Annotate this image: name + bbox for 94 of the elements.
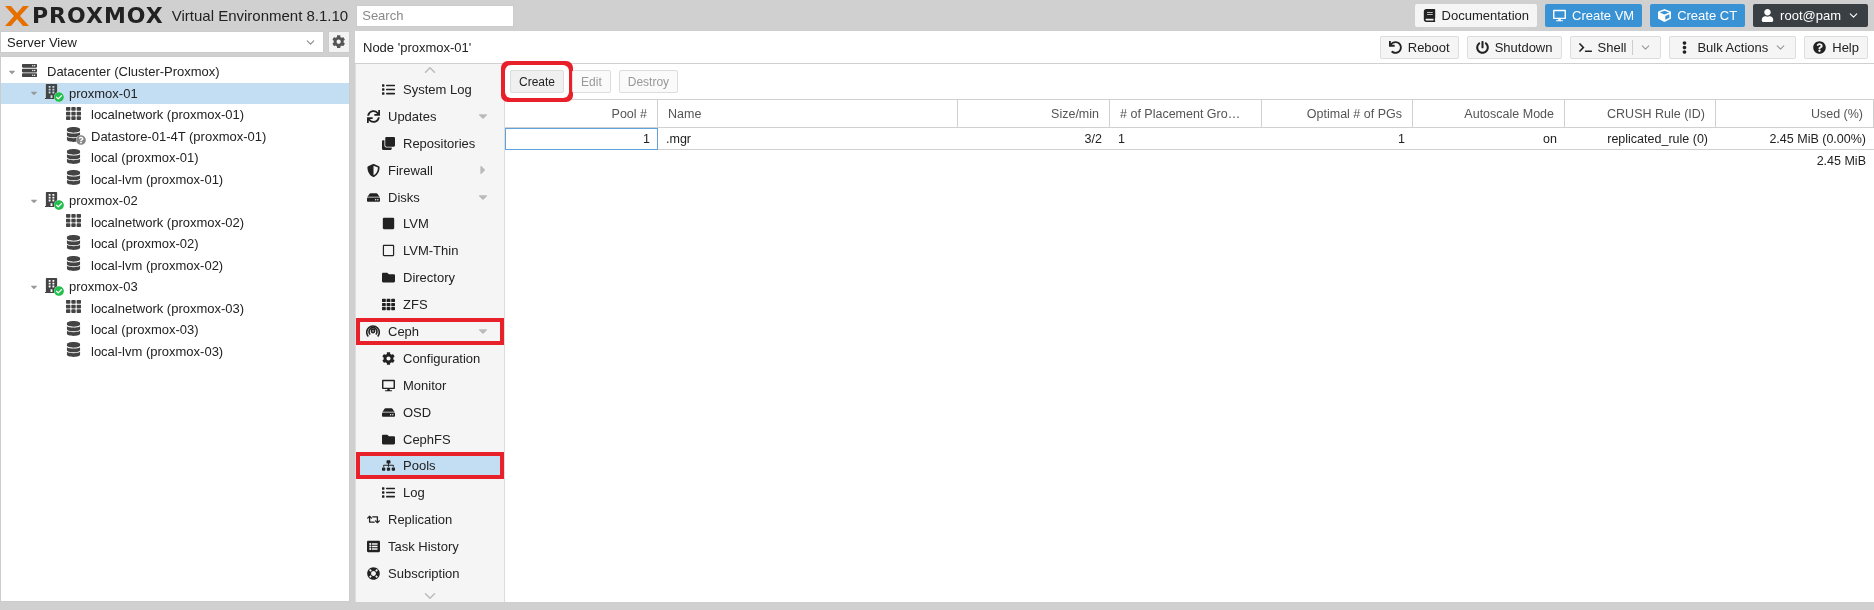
menu-item[interactable]: Repositories: [356, 129, 504, 157]
x-logo-icon: [4, 4, 30, 27]
menu-item[interactable]: Configuration: [356, 344, 504, 372]
monitor-icon: [381, 378, 395, 392]
menu-item[interactable]: Subscription: [356, 560, 504, 587]
menu-item[interactable]: Monitor: [356, 371, 504, 399]
search-field[interactable]: Search: [356, 4, 515, 27]
menu-item[interactable]: Log: [356, 479, 504, 507]
column-header[interactable]: Autoscale Mode: [1413, 100, 1565, 128]
toolbar-button[interactable]: Help: [1804, 35, 1868, 59]
undo-icon: [1388, 40, 1402, 54]
lifebuoy-icon: [366, 566, 380, 580]
menu-item[interactable]: ZFS: [356, 291, 504, 318]
tree-item[interactable]: proxmox-03: [1, 276, 349, 298]
toolbar-button[interactable]: Shutdown: [1466, 35, 1562, 59]
product-title: Virtual Environment 8.1.10: [171, 7, 349, 24]
book-icon: [1422, 9, 1436, 22]
cube-icon: [1658, 9, 1672, 22]
folder-icon: [381, 271, 395, 285]
menu-item[interactable]: Firewall: [356, 156, 504, 184]
logo: PROXMOX: [4, 3, 164, 28]
column-header[interactable]: Optimal # of PGs: [1262, 100, 1413, 128]
column-header[interactable]: Pool #: [505, 100, 658, 128]
node-icon: [44, 191, 64, 210]
tree-item[interactable]: local-lvm (proxmox-03): [1, 340, 349, 362]
tree-item[interactable]: local (proxmox-02): [1, 233, 349, 255]
square-outline-icon: [381, 244, 395, 258]
tree-item[interactable]: Datacenter (Cluster-Proxmox): [1, 61, 349, 83]
copy-icon: [381, 136, 395, 150]
menu-item[interactable]: Disks: [356, 183, 504, 211]
tree-item[interactable]: localnetwork (proxmox-03): [1, 297, 349, 319]
table-cell: 1: [1110, 128, 1262, 150]
menu-item[interactable]: LVM-Thin: [356, 237, 504, 265]
header-button[interactable]: Documentation: [1414, 4, 1537, 27]
help-icon: [1813, 40, 1827, 54]
menu-item[interactable]: Directory: [356, 264, 504, 292]
folder-icon: [381, 432, 395, 446]
column-header[interactable]: Name: [658, 100, 958, 128]
node-icon: [44, 277, 64, 296]
toolbar-button[interactable]: Shell: [1569, 35, 1662, 59]
menu-item[interactable]: Updates: [356, 102, 504, 130]
drive-icon: [366, 190, 380, 204]
table-cell: replicated_rule (0): [1565, 128, 1716, 150]
menu-item[interactable]: Ceph: [356, 318, 504, 345]
table-cell: on: [1413, 128, 1565, 150]
tree-item[interactable]: proxmox-01: [1, 82, 349, 104]
tree-item[interactable]: local (proxmox-03): [1, 319, 349, 341]
list-icon: [381, 82, 395, 96]
toolbar-button[interactable]: Bulk Actions: [1669, 35, 1797, 59]
tree-item[interactable]: local (proxmox-01): [1, 147, 349, 169]
panel-title: Node 'proxmox-01': [363, 39, 473, 55]
table-cell: 1: [1262, 128, 1413, 150]
gear-icon: [332, 35, 346, 49]
ceph-rings-icon: [366, 324, 380, 339]
column-header[interactable]: Used (%): [1716, 100, 1874, 128]
user-icon: [1761, 9, 1775, 22]
toolbar-button[interactable]: Reboot: [1379, 35, 1459, 59]
menu-item[interactable]: Task History: [356, 533, 504, 561]
view-dropdown[interactable]: Server View: [0, 31, 324, 53]
settings-button[interactable]: [328, 31, 350, 53]
tree-item[interactable]: localnetwork (proxmox-01): [1, 104, 349, 126]
tree-item[interactable]: Datastore-01-4T (proxmox-01): [1, 125, 349, 147]
menu-item[interactable]: Replication: [356, 506, 504, 534]
summary-total: 2.45 MiB: [1815, 153, 1867, 170]
settings-icon: [381, 351, 395, 365]
refresh-icon: [366, 109, 380, 123]
list-icon: [381, 486, 395, 500]
table-cell: 3/2: [958, 128, 1110, 150]
header-button[interactable]: root@pam: [1753, 4, 1868, 27]
tree-item[interactable]: proxmox-02: [1, 190, 349, 212]
column-header[interactable]: Size/min: [958, 100, 1110, 128]
power-icon: [1475, 40, 1489, 54]
storage-unknown-icon: [66, 127, 86, 146]
tree-item[interactable]: localnetwork (proxmox-02): [1, 211, 349, 233]
grid-icon: [381, 298, 395, 312]
column-header[interactable]: CRUSH Rule (ID): [1565, 100, 1716, 128]
table-cell: 1: [505, 128, 658, 150]
table-icon: [366, 540, 380, 554]
monitor-icon: [1553, 9, 1566, 22]
terminal-icon: [1578, 40, 1592, 54]
menu-item[interactable]: OSD: [356, 398, 504, 426]
table-cell: 2.45 MiB (0.00%): [1716, 128, 1874, 150]
menu-item[interactable]: LVM: [356, 210, 504, 238]
tree-item[interactable]: local-lvm (proxmox-01): [1, 168, 349, 190]
tree-item[interactable]: local-lvm (proxmox-02): [1, 254, 349, 276]
menu-item[interactable]: System Log: [356, 76, 504, 103]
menu-item[interactable]: CephFS: [356, 425, 504, 453]
shield-icon: [366, 163, 380, 177]
column-header[interactable]: # of Placement Gro…: [1110, 100, 1262, 128]
drive-icon: [381, 405, 395, 419]
node-icon: [44, 84, 64, 103]
menu-item[interactable]: Pools: [356, 452, 504, 480]
table-cell: .mgr: [658, 128, 958, 150]
hierarchy-icon: [381, 459, 395, 473]
